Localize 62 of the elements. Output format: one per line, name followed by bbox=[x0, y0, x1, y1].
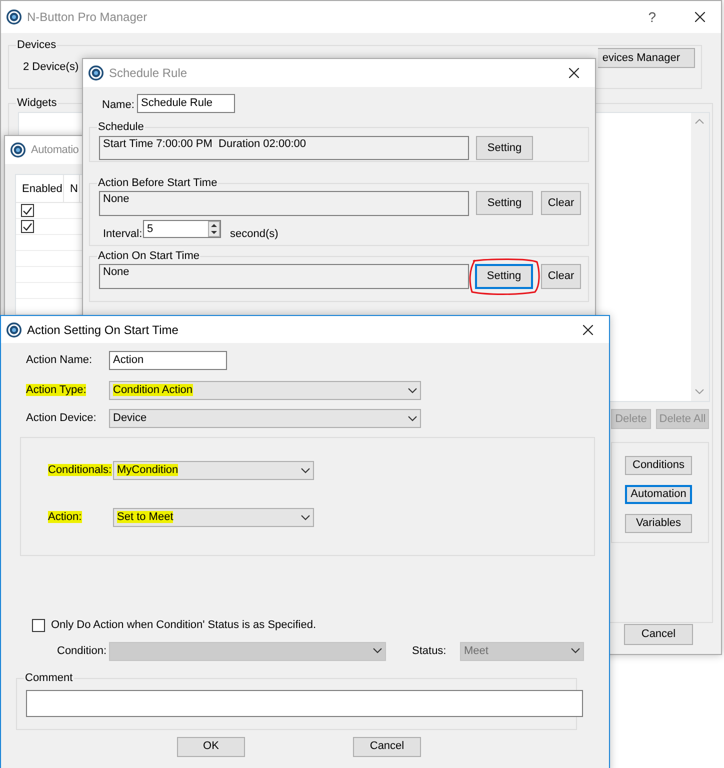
name-field[interactable]: Schedule Rule bbox=[137, 94, 235, 113]
ok-button[interactable]: OK bbox=[177, 736, 245, 756]
dropdown[interactable]: MyCondition bbox=[113, 461, 314, 480]
app-logo-icon bbox=[6, 322, 22, 338]
field-label: Action Device: bbox=[26, 412, 96, 424]
dropdown-value: Condition Action bbox=[113, 383, 194, 398]
dropdown[interactable]: Condition Action bbox=[109, 381, 421, 400]
help-button[interactable]: ? bbox=[642, 6, 662, 28]
dropdown-value: Meet bbox=[464, 644, 490, 659]
checkbox-label: Only Do Action when Condition' Status is as Specified. bbox=[51, 618, 316, 633]
setting-button[interactable]: Setting bbox=[476, 191, 533, 215]
dropdown[interactable]: Device bbox=[109, 409, 421, 428]
close-icon bbox=[569, 68, 579, 78]
app-logo-icon bbox=[6, 9, 22, 25]
field-label: Conditionals: bbox=[48, 464, 112, 476]
name-label: Name: bbox=[102, 98, 134, 113]
dropdown-value: Device bbox=[113, 411, 148, 426]
app-logo-icon bbox=[10, 142, 26, 158]
window-title: Action Setting On Start Time bbox=[27, 322, 178, 338]
condition-label: Condition: bbox=[57, 644, 108, 659]
devices-manager-button[interactable]: evices Manager bbox=[598, 48, 695, 68]
cancel-button[interactable]: Cancel bbox=[353, 736, 421, 756]
scroll-up-icon bbox=[695, 119, 704, 124]
interval-unit: second(s) bbox=[230, 227, 278, 242]
comment-field[interactable] bbox=[26, 690, 583, 716]
side-button[interactable]: Conditions bbox=[625, 456, 692, 475]
window-title: N-Button Pro Manager bbox=[27, 9, 148, 26]
dropdown-value: MyCondition bbox=[117, 463, 180, 478]
cancel-button[interactable]: Cancel bbox=[624, 624, 693, 645]
spin-arrows-icon[interactable] bbox=[208, 221, 220, 237]
only-do-checkbox[interactable] bbox=[32, 618, 45, 632]
close-icon bbox=[583, 324, 593, 334]
column-header[interactable]: Enabled bbox=[16, 175, 64, 202]
setting-button[interactable]: Setting bbox=[476, 136, 533, 160]
action-summary: None bbox=[99, 264, 469, 289]
scroll-bar[interactable] bbox=[691, 113, 709, 401]
enabled-checkbox[interactable] bbox=[21, 220, 34, 233]
text-field[interactable]: Action bbox=[109, 351, 227, 370]
interval-label: Interval: bbox=[103, 227, 142, 242]
field-label: Action: bbox=[48, 511, 82, 524]
side-button[interactable]: Variables bbox=[625, 514, 692, 533]
side-button[interactable]: Automation bbox=[625, 485, 692, 504]
schedule-summary: Start Time 7:00:00 PM Duration 02:00:00 bbox=[99, 136, 469, 160]
interval-spinner[interactable]: 5 bbox=[143, 220, 221, 238]
group-label: Widgets bbox=[16, 96, 58, 110]
interval-value: 5 bbox=[146, 222, 154, 237]
status-label: Status: bbox=[412, 644, 448, 659]
window-title: Schedule Rule bbox=[109, 65, 188, 82]
device-count: 2 Device(s) bbox=[23, 60, 79, 75]
window-title: Automatio bbox=[31, 142, 79, 158]
scroll-down-icon bbox=[695, 389, 704, 394]
field-label: Action Name: bbox=[26, 354, 92, 366]
clear-button[interactable]: Clear bbox=[541, 264, 581, 289]
action-summary: None bbox=[99, 191, 469, 216]
close-icon bbox=[695, 12, 705, 22]
app-logo-icon bbox=[88, 65, 104, 81]
clear-button[interactable]: Clear bbox=[541, 191, 581, 215]
setting-button[interactable]: Setting bbox=[475, 264, 533, 289]
column-header[interactable]: N bbox=[64, 175, 80, 202]
group-label: Comment bbox=[24, 670, 74, 684]
enabled-checkbox[interactable] bbox=[21, 204, 34, 217]
field-label: Action Type: bbox=[26, 384, 86, 396]
